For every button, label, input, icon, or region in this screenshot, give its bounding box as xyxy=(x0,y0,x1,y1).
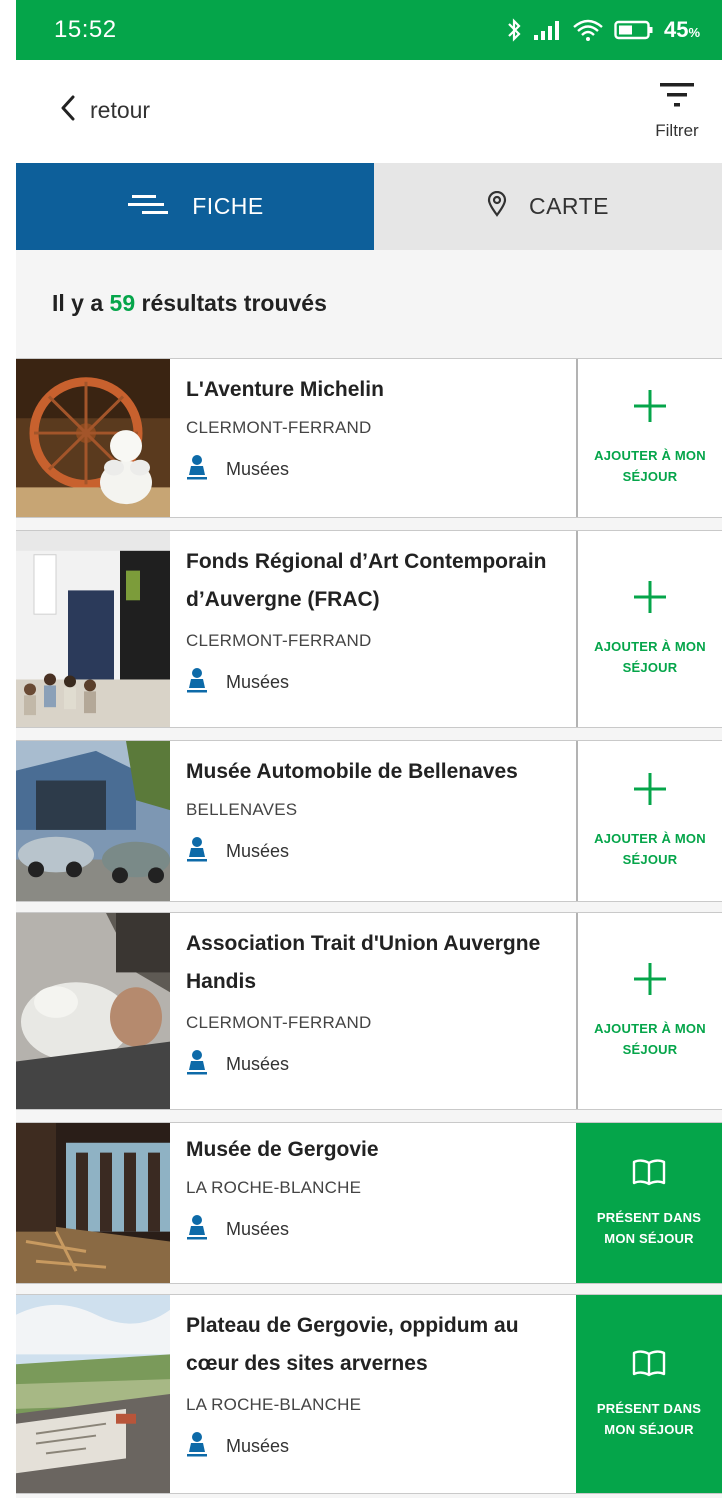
museum-person-icon xyxy=(186,1214,208,1245)
tab-fiche[interactable]: FICHE xyxy=(16,163,374,250)
museum-person-icon xyxy=(186,454,208,485)
results-prefix: Il y a xyxy=(52,290,104,316)
item-info: L'Aventure Michelin CLERMONT-FERRAND Mus… xyxy=(186,359,574,485)
item-photo xyxy=(16,1123,170,1283)
item-category: Musées xyxy=(186,454,574,485)
status-icons: 45% xyxy=(506,17,700,43)
screen-edge xyxy=(0,0,16,1498)
view-tabs: FICHE CARTE xyxy=(16,163,722,250)
list-item[interactable]: Fonds Régional d’Art Contemporain d’Auver… xyxy=(16,530,722,728)
item-photo xyxy=(16,359,170,517)
item-category: Musées xyxy=(186,1049,574,1080)
item-category: Musées xyxy=(186,1431,574,1462)
list-icon xyxy=(126,192,170,222)
item-info: Association Trait d'Union Auvergne Handis… xyxy=(186,913,574,1080)
list-item[interactable]: Musée Automobile de Bellenaves BELLENAVE… xyxy=(16,740,722,902)
item-city: LA ROCHE-BLANCHE xyxy=(186,1178,362,1197)
battery-icon xyxy=(614,19,654,41)
add-to-stay-label: AJOUTER À MON SÉJOUR xyxy=(594,1021,706,1057)
item-info: Musée Automobile de Bellenaves BELLENAVE… xyxy=(186,741,574,867)
chevron-left-icon xyxy=(60,95,76,126)
item-city: LA ROCHE-BLANCHE xyxy=(186,1395,362,1414)
item-title: Plateau de Gergovie, oppidum au cœur des … xyxy=(186,1314,519,1375)
top-bar: retour Filtrer xyxy=(16,60,722,163)
museum-person-icon xyxy=(186,836,208,867)
add-to-stay-label: AJOUTER À MON SÉJOUR xyxy=(594,448,706,484)
item-city: CLERMONT-FERRAND xyxy=(186,418,372,437)
item-info: Fonds Régional d’Art Contemporain d’Auver… xyxy=(186,531,574,698)
item-category: Musées xyxy=(186,1214,574,1245)
item-category-label: Musées xyxy=(226,459,290,479)
plus-icon xyxy=(633,389,667,429)
item-city: CLERMONT-FERRAND xyxy=(186,631,372,650)
item-category-label: Musées xyxy=(226,1219,290,1239)
item-category-label: Musées xyxy=(226,1054,290,1074)
signal-icon xyxy=(532,19,562,41)
museum-person-icon xyxy=(186,1431,208,1462)
list-item[interactable]: L'Aventure Michelin CLERMONT-FERRAND Mus… xyxy=(16,358,722,518)
museum-person-icon xyxy=(186,667,208,698)
item-category: Musées xyxy=(186,836,574,867)
status-bar: 15:52 45% xyxy=(16,0,722,60)
item-title: Musée de Gergovie xyxy=(186,1138,379,1161)
item-title: Fonds Régional d’Art Contemporain d’Auver… xyxy=(186,550,547,611)
item-photo xyxy=(16,913,170,1109)
add-to-stay-button[interactable]: AJOUTER À MON SÉJOUR xyxy=(576,531,722,727)
back-label: retour xyxy=(90,96,151,123)
item-city: BELLENAVES xyxy=(186,800,298,819)
in-stay-label: PRÉSENT DANS MON SÉJOUR xyxy=(596,1400,702,1437)
add-to-stay-label: AJOUTER À MON SÉJOUR xyxy=(594,639,706,675)
add-to-stay-button[interactable]: AJOUTER À MON SÉJOUR xyxy=(576,741,722,901)
add-to-stay-label: AJOUTER À MON SÉJOUR xyxy=(594,831,706,867)
plus-icon xyxy=(633,580,667,620)
plus-icon xyxy=(633,962,667,1002)
book-icon xyxy=(632,1349,666,1382)
item-info: Plateau de Gergovie, oppidum au cœur des … xyxy=(186,1295,574,1462)
status-time: 15:52 xyxy=(54,16,117,43)
item-info: Musée de Gergovie LA ROCHE-BLANCHE Musée… xyxy=(186,1123,574,1245)
item-city: CLERMONT-FERRAND xyxy=(186,1013,372,1032)
tab-carte[interactable]: CARTE xyxy=(374,163,722,250)
back-button[interactable]: retour xyxy=(60,90,150,130)
book-icon xyxy=(632,1158,666,1191)
in-stay-button[interactable]: PRÉSENT DANS MON SÉJOUR xyxy=(576,1123,722,1283)
filter-icon xyxy=(658,80,696,115)
item-photo xyxy=(16,531,170,727)
results-suffix: résultats trouvés xyxy=(141,290,327,316)
item-title: L'Aventure Michelin xyxy=(186,378,384,401)
bluetooth-icon xyxy=(506,18,522,42)
results-count: Il y a 59 résultats trouvés xyxy=(52,290,327,317)
list-item[interactable]: Association Trait d'Union Auvergne Handis… xyxy=(16,912,722,1110)
item-title: Musée Automobile de Bellenaves xyxy=(186,760,518,783)
tab-carte-label: CARTE xyxy=(528,193,610,219)
item-category-label: Musées xyxy=(226,841,290,861)
in-stay-label: PRÉSENT DANS MON SÉJOUR xyxy=(596,1209,702,1246)
item-photo xyxy=(16,741,170,901)
item-photo xyxy=(16,1295,170,1493)
add-to-stay-button[interactable]: AJOUTER À MON SÉJOUR xyxy=(576,913,722,1109)
battery-level: 45% xyxy=(663,17,700,42)
results-number: 59 xyxy=(109,290,136,316)
item-title: Association Trait d'Union Auvergne Handis xyxy=(186,932,541,993)
in-stay-button[interactable]: PRÉSENT DANS MON SÉJOUR xyxy=(576,1295,722,1493)
wifi-icon xyxy=(572,18,604,42)
map-pin-icon xyxy=(487,190,507,223)
list-item[interactable]: Plateau de Gergovie, oppidum au cœur des … xyxy=(16,1294,722,1494)
item-category: Musées xyxy=(186,667,574,698)
tab-fiche-label: FICHE xyxy=(192,193,264,219)
list-item[interactable]: Musée de Gergovie LA ROCHE-BLANCHE Musée… xyxy=(16,1122,722,1284)
filter-label: Filtrer xyxy=(655,121,699,140)
item-category-label: Musées xyxy=(226,672,290,692)
museum-person-icon xyxy=(186,1049,208,1080)
add-to-stay-button[interactable]: AJOUTER À MON SÉJOUR xyxy=(576,359,722,517)
filter-button[interactable]: Filtrer xyxy=(642,80,712,150)
plus-icon xyxy=(633,772,667,812)
item-category-label: Musées xyxy=(226,1436,290,1456)
